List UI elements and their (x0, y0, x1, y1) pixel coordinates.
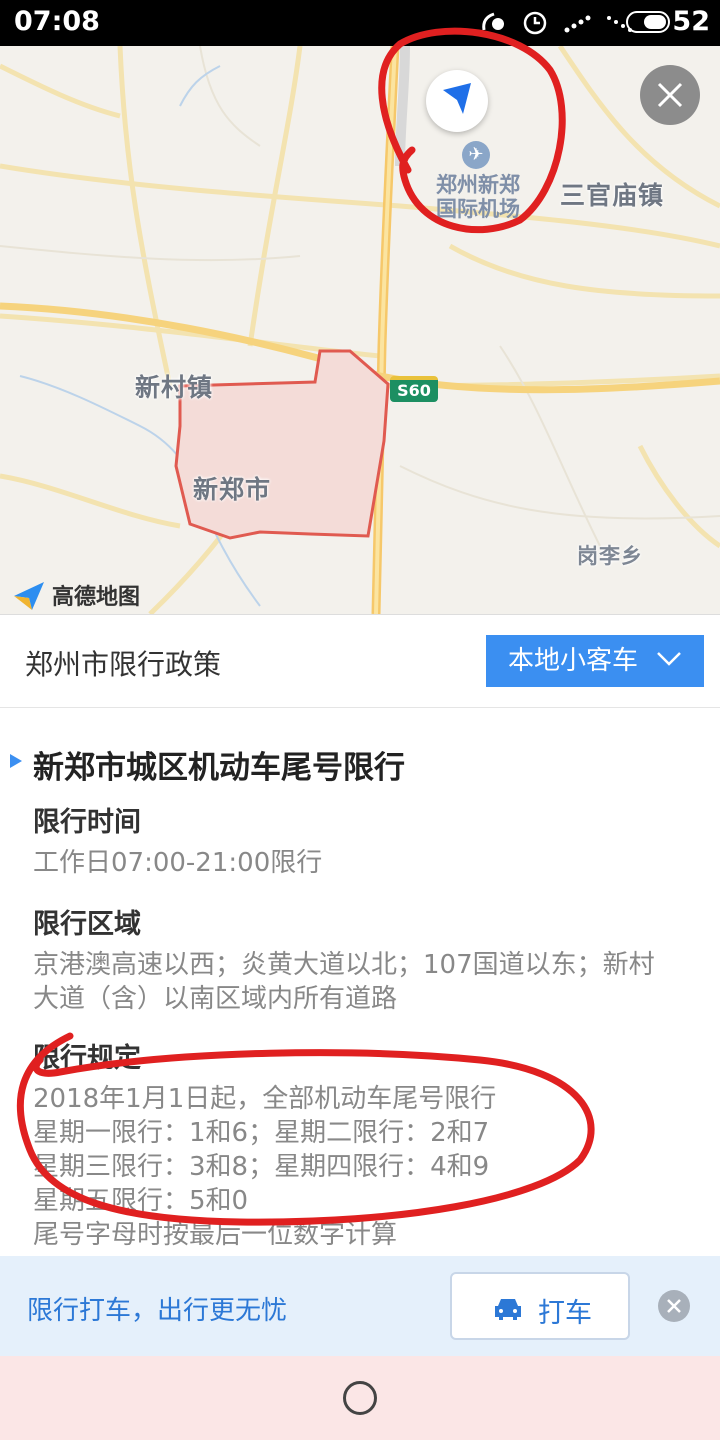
section-body-time: 工作日07:00-21:00限行 (33, 846, 703, 880)
close-icon (657, 82, 683, 108)
road-shield-s60: S60 (390, 376, 438, 402)
amap-logo-text: 高德地图 (52, 585, 141, 610)
section-heading-time: 限行时间 (33, 807, 141, 838)
panel-title: 郑州市限行政策 (25, 648, 222, 681)
section-line: 2018年1月1日起，全部机动车尾号限行 (33, 1084, 497, 1114)
close-icon (667, 1299, 681, 1313)
policy-title: 新郑市城区机动车尾号限行 (33, 750, 405, 786)
section-line: 京港澳高速以西；炎黄大道以北；107国道以东；新村 (33, 950, 655, 980)
section-line: 大道（含）以南区域内所有道路 (33, 984, 398, 1014)
nfc-icon (478, 9, 508, 35)
section-heading-area: 限行区域 (33, 909, 141, 940)
signal-4g-icon (562, 9, 592, 35)
map-label-xinzheng: 新郑市 (193, 475, 272, 504)
home-button[interactable] (343, 1381, 377, 1415)
policy-marker-icon (10, 754, 22, 768)
battery-level: 52 (672, 6, 710, 37)
airport-name-line2: 国际机场 (436, 197, 520, 221)
vehicle-type-dropdown[interactable]: 本地小客车 (486, 635, 704, 687)
section-heading-rules: 限行规定 (33, 1043, 141, 1074)
map-label-ganglixiang: 岗李乡 (577, 544, 643, 568)
close-map-button[interactable] (640, 65, 700, 125)
map-label-airport[interactable]: 郑州新郑 国际机场 (428, 173, 528, 221)
navigation-arrow-icon (443, 83, 471, 114)
map-label-sanguanmiao: 三官庙镇 (560, 181, 665, 210)
system-nav-bar (0, 1356, 720, 1440)
section-line: 工作日07:00-21:00限行 (33, 848, 323, 878)
section-body-area: 京港澳高速以西；炎黄大道以北；107国道以东；新村 大道（含）以南区域内所有道路 (33, 948, 703, 1016)
taxi-button-label: 打车 (538, 1298, 592, 1329)
section-line: 星期一限行：1和6；星期二限行：2和7 (33, 1118, 490, 1148)
amap-logo: 高德地图 (10, 576, 140, 614)
vehicle-type-label: 本地小客车 (508, 646, 639, 676)
status-time: 07:08 (14, 6, 100, 37)
map-roads (0, 46, 720, 614)
promo-text: 限行打车，出行更无忧 (27, 1296, 288, 1326)
chevron-down-icon (657, 652, 681, 666)
alarm-icon (520, 9, 550, 35)
taxi-promo-bar: 限行打车，出行更无忧 打车 (0, 1256, 720, 1356)
screen: 07:08 52 新村镇 新郑市 三官庙镇 岗李乡 ✈ 郑州新郑 国际机场 S6… (0, 0, 720, 1440)
promo-close-button[interactable] (658, 1290, 690, 1322)
car-icon (495, 1299, 521, 1320)
map-label-xincun: 新村镇 (135, 373, 214, 402)
battery-icon (626, 11, 670, 33)
section-line: 尾号字母时按最后一位数字计算 (33, 1220, 398, 1250)
policy-content[interactable]: 新郑市城区机动车尾号限行 限行时间 工作日07:00-21:00限行 限行区域 … (0, 708, 720, 1256)
amap-logo-icon (14, 582, 44, 610)
section-body-rules: 2018年1月1日起，全部机动车尾号限行 星期一限行：1和6；星期二限行：2和7… (33, 1082, 703, 1252)
airport-name-line1: 郑州新郑 (436, 173, 520, 197)
airport-icon[interactable]: ✈ (462, 141, 490, 169)
status-icons (478, 9, 634, 35)
map-view[interactable]: 新村镇 新郑市 三官庙镇 岗李乡 ✈ 郑州新郑 国际机场 S60 高德地图 (0, 46, 720, 614)
section-line: 星期五限行：5和0 (33, 1186, 249, 1216)
locate-button[interactable] (426, 70, 488, 132)
taxi-button[interactable]: 打车 (450, 1272, 630, 1340)
status-bar: 07:08 52 (0, 0, 720, 46)
section-line: 星期三限行：3和8；星期四限行：4和9 (33, 1152, 490, 1182)
policy-panel-header: 郑州市限行政策 本地小客车 (0, 614, 720, 708)
